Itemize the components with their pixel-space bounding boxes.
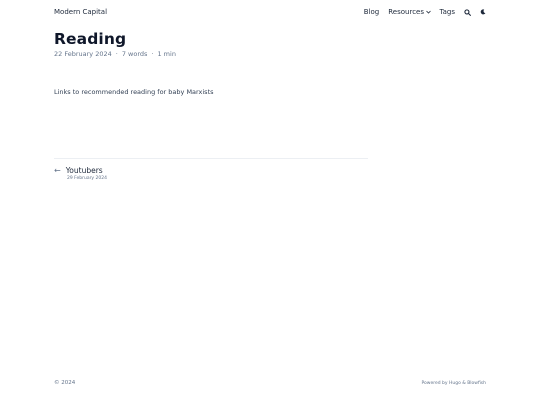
meta-separator: ·	[151, 50, 154, 58]
article-meta: 22 February 2024 · 7 words · 1 min	[54, 50, 176, 58]
pagination-divider	[54, 158, 368, 159]
search-icon[interactable]	[464, 8, 471, 16]
previous-post-date: 29 February 2024	[67, 176, 107, 181]
nav-blog-link[interactable]: Blog	[364, 8, 379, 16]
page-title: Reading	[54, 30, 127, 48]
article-body: Links to recommended reading for baby Ma…	[54, 88, 214, 96]
reading-time: 1 min	[157, 50, 176, 58]
word-count: 7 words	[121, 50, 148, 58]
site-title-link[interactable]: Modern Capital	[54, 8, 107, 16]
nav-resources-label: Resources	[388, 8, 424, 16]
nav-tags-link[interactable]: Tags	[440, 8, 456, 16]
copyright-text: © 2024	[54, 380, 76, 386]
previous-post-row: ← Youtubers	[54, 166, 107, 175]
previous-post-title: Youtubers	[65, 166, 103, 175]
article-date: 22 February 2024	[54, 50, 112, 58]
powered-by-link[interactable]: Powered by Hugo & Blowfish	[421, 381, 486, 386]
chevron-down-icon	[425, 10, 431, 14]
nav-resources-dropdown[interactable]: Resources	[388, 8, 431, 16]
arrow-left-icon: ←	[54, 166, 61, 175]
site-header: Modern Capital Blog Resources Tags	[54, 6, 486, 18]
previous-post-link[interactable]: ← Youtubers 29 February 2024	[54, 166, 107, 181]
site-footer: © 2024 Powered by Hugo & Blowfish	[54, 380, 486, 386]
meta-separator: ·	[115, 50, 118, 58]
main-nav: Blog Resources Tags	[355, 8, 486, 16]
moon-icon[interactable]	[480, 9, 486, 15]
